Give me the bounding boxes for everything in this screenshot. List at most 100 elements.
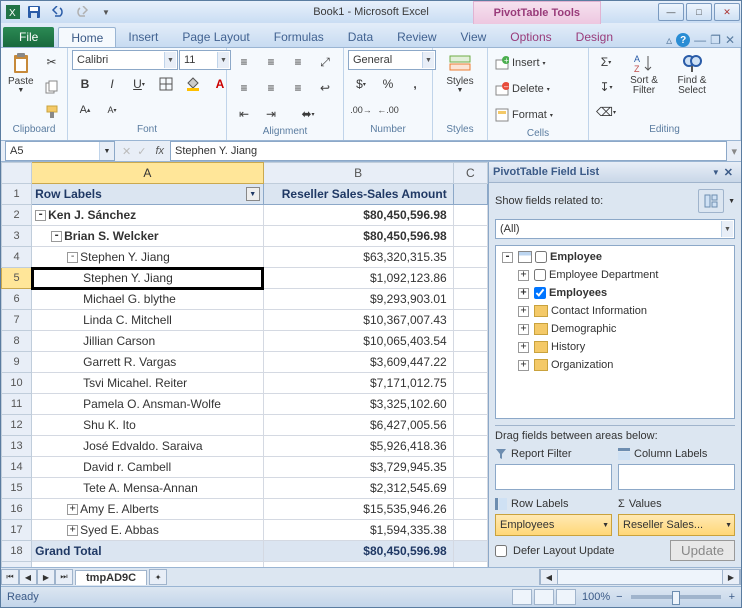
zoom-in-icon[interactable]: +	[729, 591, 735, 603]
zoom-slider[interactable]	[631, 595, 721, 599]
sheet-nav-prev-icon[interactable]: ◀	[19, 569, 37, 585]
tab-design[interactable]: Design	[564, 27, 625, 47]
zoom-level[interactable]: 100%	[582, 591, 610, 603]
comma-icon[interactable]: ,	[402, 72, 428, 96]
underline-icon[interactable]: U▾	[126, 72, 152, 96]
cell-C7[interactable]	[453, 310, 487, 331]
row-header-11[interactable]: 11	[2, 394, 32, 415]
row-header-10[interactable]: 10	[2, 373, 32, 394]
cell-A16[interactable]: +Amy E. Alberts	[32, 499, 264, 520]
row-header-17[interactable]: 17	[2, 520, 32, 541]
cell-B18[interactable]: $80,450,596.98	[263, 541, 453, 562]
sheet-nav-next-icon[interactable]: ▶	[37, 569, 55, 585]
cell-A17[interactable]: +Syed E. Abbas	[32, 520, 264, 541]
row-header-2[interactable]: 2	[2, 205, 32, 226]
cell-B9[interactable]: $3,609,447.22	[263, 352, 453, 373]
cell-A13[interactable]: José Edvaldo. Saraiva	[32, 436, 264, 457]
row-header-3[interactable]: 3	[2, 226, 32, 247]
cell-A7[interactable]: Linda C. Mitchell	[32, 310, 264, 331]
column-header-B[interactable]: B	[263, 163, 453, 184]
sort-filter-button[interactable]: AZ Sort & Filter	[621, 50, 667, 98]
tree-toggle-icon[interactable]: +	[518, 324, 529, 335]
fill-color-icon[interactable]	[180, 72, 206, 96]
insert-cells-button[interactable]: +Insert▾	[492, 50, 549, 76]
pivot-filter-icon[interactable]: ▼	[246, 187, 260, 201]
tree-toggle-icon[interactable]: +	[518, 360, 529, 371]
percent-icon[interactable]: %	[375, 72, 401, 96]
tree-toggle-icon[interactable]: -	[502, 252, 513, 263]
cell-A1[interactable]: Row Labels▼	[32, 184, 264, 205]
zoom-out-icon[interactable]: −	[616, 591, 622, 603]
column-header-A[interactable]: A	[32, 163, 264, 184]
cell-B8[interactable]: $10,065,403.54	[263, 331, 453, 352]
cell-C17[interactable]	[453, 520, 487, 541]
cell-A11[interactable]: Pamela O. Ansman-Wolfe	[32, 394, 264, 415]
cell-B6[interactable]: $9,293,903.01	[263, 289, 453, 310]
cell-C1[interactable]	[453, 184, 487, 205]
outline-toggle-icon[interactable]: -	[67, 252, 78, 263]
formula-input[interactable]: Stephen Y. Jiang	[170, 141, 727, 161]
tab-formulas[interactable]: Formulas	[262, 27, 336, 47]
minimize-button[interactable]: —	[658, 3, 684, 21]
undo-icon[interactable]	[47, 2, 69, 22]
cell-B16[interactable]: $15,535,946.26	[263, 499, 453, 520]
tab-page-layout[interactable]: Page Layout	[170, 27, 261, 47]
shrink-font-icon[interactable]: A▾	[99, 98, 125, 122]
cell-A12[interactable]: Shu K. Ito	[32, 415, 264, 436]
defer-update-checkbox[interactable]	[495, 545, 507, 557]
delete-cells-button[interactable]: –Delete▾	[492, 76, 553, 102]
field-checkbox[interactable]	[535, 251, 547, 263]
cell-A2[interactable]: -Ken J. Sánchez	[32, 205, 264, 226]
cell-C4[interactable]	[453, 247, 487, 268]
row-header-6[interactable]: 6	[2, 289, 32, 310]
outline-toggle-icon[interactable]: -	[51, 231, 62, 242]
row-header-12[interactable]: 12	[2, 415, 32, 436]
cell-C10[interactable]	[453, 373, 487, 394]
cell-B1[interactable]: Reseller Sales-Sales Amount	[263, 184, 453, 205]
tab-options[interactable]: Options	[498, 27, 563, 47]
cell-A14[interactable]: David r. Cambell	[32, 457, 264, 478]
doc-close-button[interactable]: ✕	[725, 33, 735, 47]
cell-A8[interactable]: Jillian Carson	[32, 331, 264, 352]
worksheet-grid[interactable]: ABC1Row Labels▼Reseller Sales-Sales Amou…	[1, 162, 488, 567]
cell-C8[interactable]	[453, 331, 487, 352]
paste-button[interactable]: Paste ▼	[5, 50, 37, 96]
row-header-9[interactable]: 9	[2, 352, 32, 373]
cell-C12[interactable]	[453, 415, 487, 436]
tree-toggle-icon[interactable]: +	[518, 288, 529, 299]
doc-minimize-button[interactable]: —	[694, 33, 706, 47]
tree-toggle-icon[interactable]: +	[518, 342, 529, 353]
qat-customize-icon[interactable]: ▼	[95, 2, 117, 22]
cell-B14[interactable]: $3,729,945.35	[263, 457, 453, 478]
field-tree-item[interactable]: -Employee	[496, 248, 734, 266]
cell-A4[interactable]: -Stephen Y. Jiang	[32, 247, 264, 268]
find-select-button[interactable]: Find & Select	[669, 50, 715, 98]
redo-icon[interactable]	[71, 2, 93, 22]
field-tree-item[interactable]: +Contact Information	[496, 302, 734, 320]
cell-B4[interactable]: $63,320,315.35	[263, 247, 453, 268]
row-header-8[interactable]: 8	[2, 331, 32, 352]
italic-icon[interactable]: I	[99, 72, 125, 96]
field-tree-item[interactable]: +Employees	[496, 284, 734, 302]
cell-B10[interactable]: $7,171,012.75	[263, 373, 453, 394]
page-layout-view-icon[interactable]	[534, 589, 554, 605]
outline-toggle-icon[interactable]: -	[35, 210, 46, 221]
tab-file[interactable]: File	[3, 27, 54, 47]
align-center-icon[interactable]: ≡	[258, 76, 284, 100]
accounting-icon[interactable]: $▾	[348, 72, 374, 96]
align-left-icon[interactable]: ≡	[231, 76, 257, 100]
pane-dropdown-icon[interactable]: ▼	[712, 168, 720, 177]
cell-A9[interactable]: Garrett R. Vargas	[32, 352, 264, 373]
pane-close-icon[interactable]: ✕	[720, 166, 737, 179]
tab-insert[interactable]: Insert	[116, 27, 170, 47]
report-filter-area[interactable]: Report Filter	[495, 446, 612, 490]
wrap-text-icon[interactable]: ↩	[312, 76, 338, 100]
column-labels-area[interactable]: Column Labels	[618, 446, 735, 490]
cell-C14[interactable]	[453, 457, 487, 478]
clear-icon[interactable]: ⌫▾	[593, 100, 619, 124]
row-labels-area[interactable]: Row Labels Employees▼	[495, 496, 612, 536]
field-tree[interactable]: -Employee+Employee Department+Employees+…	[495, 245, 735, 419]
minimize-ribbon-icon[interactable]: ▵	[666, 33, 672, 47]
row-header-15[interactable]: 15	[2, 478, 32, 499]
value-field-chip[interactable]: Reseller Sales...▼	[618, 514, 735, 536]
